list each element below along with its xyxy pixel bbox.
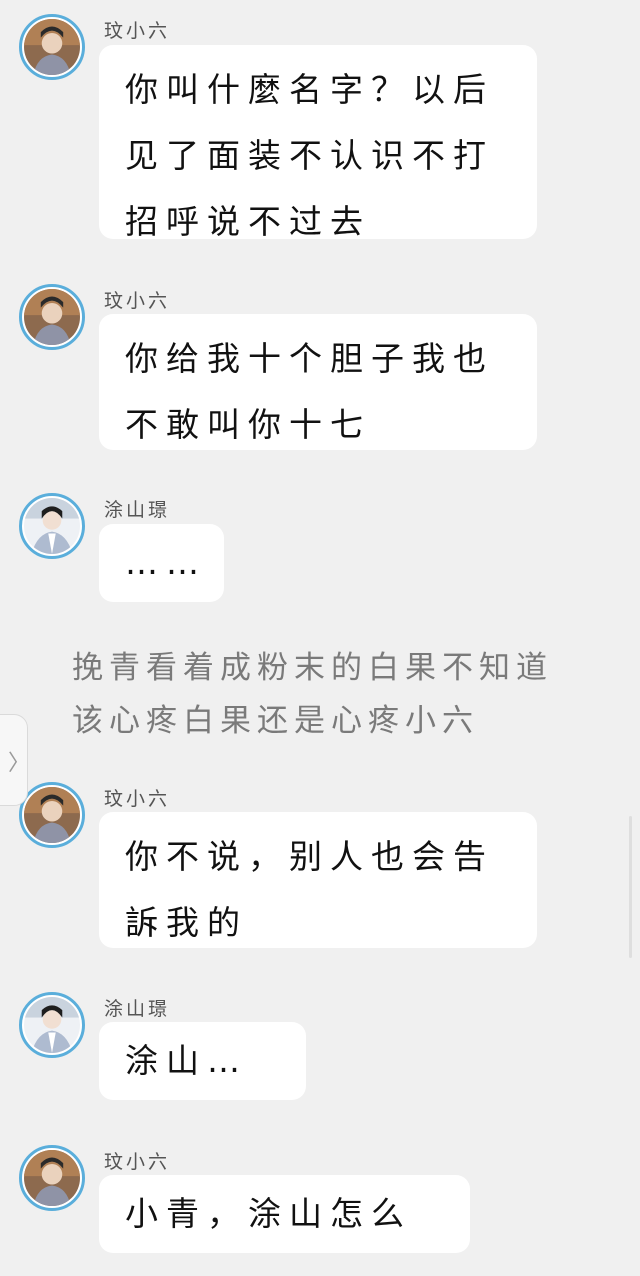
narration-text: 挽青看着成粉末的白果不知道该心疼白果还是心疼小六	[72, 650, 553, 739]
avatar[interactable]	[19, 14, 85, 80]
side-drawer-handle[interactable]: 〉	[0, 714, 31, 806]
avatar[interactable]	[19, 1145, 85, 1211]
character-a-avatar-icon	[24, 19, 80, 75]
message-bubble[interactable]: 涂山…璟	[99, 1022, 306, 1100]
message-bubble[interactable]: ……	[99, 524, 224, 602]
avatar[interactable]	[19, 493, 85, 559]
speaker-name: 玟小六	[104, 788, 171, 810]
scrollbar[interactable]	[629, 816, 632, 958]
avatar[interactable]	[19, 284, 85, 350]
avatar[interactable]	[19, 782, 85, 848]
speaker-name: 玟小六	[104, 20, 171, 42]
message-bubble[interactable]: 你叫什麼名字？以后 见了面装不认识不打 招呼说不过去	[99, 45, 537, 239]
speaker-name: 涂山璟	[104, 499, 171, 521]
character-b-avatar-icon	[24, 997, 80, 1053]
chevron-right-icon: 〉	[8, 751, 31, 776]
avatar[interactable]	[19, 992, 85, 1058]
character-a-avatar-icon	[24, 1150, 80, 1206]
character-a-avatar-icon	[24, 787, 80, 843]
character-a-avatar-icon	[24, 289, 80, 345]
character-b-avatar-icon	[24, 498, 80, 554]
message-bubble[interactable]: 你给我十个胆子我也 不敢叫你十七	[99, 314, 537, 450]
message-bubble[interactable]: 你不说，别人也会告 訴我的	[99, 812, 537, 948]
message-bubble[interactable]: 小青，涂山怎么写	[99, 1175, 470, 1253]
speaker-name: 玟小六	[104, 290, 171, 312]
speaker-name: 玟小六	[104, 1151, 171, 1173]
speaker-name: 涂山璟	[104, 998, 171, 1020]
